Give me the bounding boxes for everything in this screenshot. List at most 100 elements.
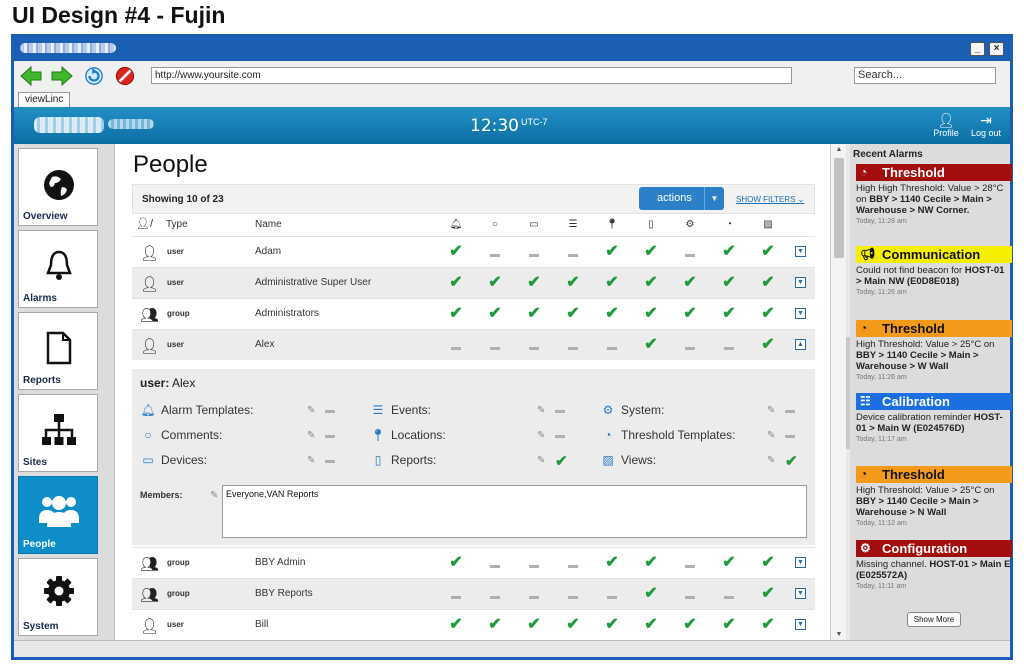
scrollbar-thumb[interactable] <box>834 158 844 258</box>
pencil-icon[interactable]: ✎ <box>307 405 315 416</box>
chevron-down-icon: ▼ <box>704 187 724 210</box>
scroll-down-icon[interactable]: ▼ <box>831 631 847 638</box>
profile-button[interactable]: 👤︎ Profile <box>928 112 964 138</box>
pencil-icon[interactable]: ✎ <box>307 455 315 466</box>
show-filters-link[interactable]: SHOW FILTERS ⌄ <box>736 195 804 204</box>
check-icon: ✔ <box>449 305 463 322</box>
dash-icon[interactable]: ▬ <box>555 430 565 441</box>
dash-icon[interactable]: ▬ <box>785 430 795 441</box>
browser-search-input[interactable]: Search... <box>854 67 996 84</box>
check-icon[interactable]: ✔ <box>785 452 798 470</box>
actions-button[interactable]: actions ▼ <box>639 187 724 210</box>
dash-icon[interactable]: ▬ <box>555 405 565 416</box>
table-row[interactable]: 👥︎ group BBY Admin ✔ ▬ ▬ ▬ ✔ ✔ ▬ ✔ ✔ ▼ <box>132 547 815 578</box>
pencil-icon[interactable]: ✎ <box>767 455 775 466</box>
table-row[interactable]: 👥︎ group Administrators ✔ ✔ ✔ ✔ ✔ ✔ ✔ ✔ ✔ ▼ <box>132 298 815 329</box>
alarm-category-badge: ◔ Threshold <box>856 320 1012 337</box>
pencil-icon[interactable]: ✎ <box>767 405 775 416</box>
gear-icon: ⚙ <box>685 219 695 230</box>
row-name: BBY Reports <box>255 588 313 599</box>
check-icon: ✔ <box>644 305 658 322</box>
expand-row-icon[interactable]: ▼ <box>795 277 806 288</box>
row-name: Administrators <box>255 308 319 319</box>
pencil-icon[interactable]: ✎ <box>210 490 218 501</box>
sidebar-item-people[interactable]: People <box>18 476 98 554</box>
check-icon[interactable]: ✔ <box>555 452 568 470</box>
sidebar-item-label: People <box>23 539 56 550</box>
check-icon: ✔ <box>683 616 697 633</box>
sidebar-item-sites[interactable]: Sites <box>18 394 98 472</box>
alarm-item[interactable]: ◔ Threshold High High Threshold: Value > 2… <box>856 164 1012 225</box>
browser-tab[interactable]: viewLinc <box>18 92 71 107</box>
close-window-button[interactable]: × <box>989 42 1004 56</box>
check-icon: ✔ <box>761 585 775 602</box>
user-icon: 👤︎ <box>140 338 160 355</box>
comment-icon: ○ <box>491 219 499 230</box>
alarm-category-badge: ◔ Threshold <box>856 466 1012 483</box>
pencil-icon[interactable]: ✎ <box>767 430 775 441</box>
pencil-icon[interactable]: ✎ <box>307 430 315 441</box>
table-row[interactable]: 👥︎ group BBY Reports ▬ ▬ ▬ ▬ ▬ ✔ ▬ ▬ ✔ ▼ <box>132 578 815 609</box>
expand-row-icon[interactable]: ▼ <box>795 619 806 630</box>
column-type[interactable]: Type <box>166 219 188 230</box>
sidebar-item-alarms[interactable]: Alarms <box>18 230 98 308</box>
check-icon: ✔ <box>644 243 658 260</box>
table-row[interactable]: 👤︎ user Adam ✔ ▬ ▬ ▬ ✔ ✔ ▬ ✔ ✔ ▼ <box>132 236 815 267</box>
sidebar-item-reports[interactable]: Reports <box>18 312 98 390</box>
sidebar-item-system[interactable]: System <box>18 558 98 636</box>
table-row[interactable]: 👤︎ user Alex ▬ ▬ ▬ ▬ ▬ ✔ ▬ ▬ ✔ ▲ <box>132 329 815 360</box>
logout-button[interactable]: ⇥ Log out <box>968 112 1004 138</box>
check-icon: ✔ <box>449 616 463 633</box>
members-textarea[interactable]: Everyone,VAN Reports <box>222 485 807 538</box>
expand-row-icon[interactable]: ▼ <box>795 308 806 319</box>
check-icon: ✔ <box>605 305 619 322</box>
alarm-item[interactable]: ⚙ Configuration Missing channel. HOST-01 >… <box>856 540 1012 590</box>
collapse-row-icon[interactable]: ▲ <box>795 339 806 350</box>
pencil-icon[interactable]: ✎ <box>537 430 545 441</box>
url-bar[interactable]: http://www.yoursite.com <box>151 67 792 84</box>
dash-icon: ▬ <box>685 249 695 260</box>
alarm-category: Calibration <box>882 394 950 409</box>
alarm-item[interactable]: ☷ Calibration Device calibration reminder … <box>856 393 1012 443</box>
detail-prefix: user: <box>140 376 170 390</box>
check-icon: ✔ <box>527 305 541 322</box>
dash-icon[interactable]: ▬ <box>785 405 795 416</box>
expand-row-icon[interactable]: ▼ <box>795 557 806 568</box>
sidebar-item-overview[interactable]: Overview <box>18 148 98 226</box>
table-row[interactable]: 👤︎ user Bill ✔ ✔ ✔ ✔ ✔ ✔ ✔ ✔ ✔ ▼ <box>132 609 815 640</box>
column-name[interactable]: Name <box>255 219 282 230</box>
check-icon: ✔ <box>683 274 697 291</box>
alarm-item[interactable]: 📢︎ Communication Could not find beacon for… <box>856 246 1012 296</box>
minimize-button[interactable]: _ <box>970 42 985 56</box>
dash-icon[interactable]: ▬ <box>325 455 335 466</box>
expand-row-icon[interactable]: ▼ <box>795 588 806 599</box>
alarm-item[interactable]: ◔ Threshold High Threshold: Value > 25°C o… <box>856 466 1012 527</box>
window-titlebar: _ × <box>14 37 1010 61</box>
showing-count: Showing 10 of 23 <box>142 194 224 205</box>
stop-icon[interactable] <box>114 66 136 86</box>
gear-icon: ⚙ <box>860 541 871 555</box>
refresh-icon[interactable] <box>83 66 105 86</box>
document-icon <box>46 331 72 365</box>
expand-row-icon[interactable]: ▼ <box>795 246 806 257</box>
row-type: user <box>167 278 184 287</box>
forward-arrow-icon[interactable] <box>51 66 73 86</box>
alarm-location: BBY > 1140 Cecile > Main > Warehouse > N… <box>856 496 979 518</box>
content-scrollbar[interactable]: ▲ ▼ <box>830 144 846 640</box>
table-row[interactable]: 👤︎ user Administrative Super User ✔ ✔ ✔ ✔ ✔ ✔ ✔ ✔ ✔… <box>132 267 815 298</box>
gauge-icon: ◔ <box>860 467 868 481</box>
back-arrow-icon[interactable] <box>20 66 42 86</box>
dash-icon: ▬ <box>568 591 578 602</box>
dash-icon: ▬ <box>568 342 578 353</box>
alarm-item[interactable]: ◔ Threshold High Threshold: Value > 25°C o… <box>856 320 1012 381</box>
dash-icon: ▬ <box>490 591 500 602</box>
dash-icon[interactable]: ▬ <box>325 430 335 441</box>
dash-icon[interactable]: ▬ <box>325 405 335 416</box>
scroll-up-icon[interactable]: ▲ <box>831 146 847 153</box>
pencil-icon[interactable]: ✎ <box>537 405 545 416</box>
show-more-button[interactable]: Show More <box>907 612 961 627</box>
pencil-icon[interactable]: ✎ <box>537 455 545 466</box>
dash-icon: ▬ <box>685 591 695 602</box>
alarm-description: Missing channel. HOST-01 > Main E (E0255… <box>856 559 1012 581</box>
alarm-category-badge: 📢︎ Communication <box>856 246 1012 263</box>
